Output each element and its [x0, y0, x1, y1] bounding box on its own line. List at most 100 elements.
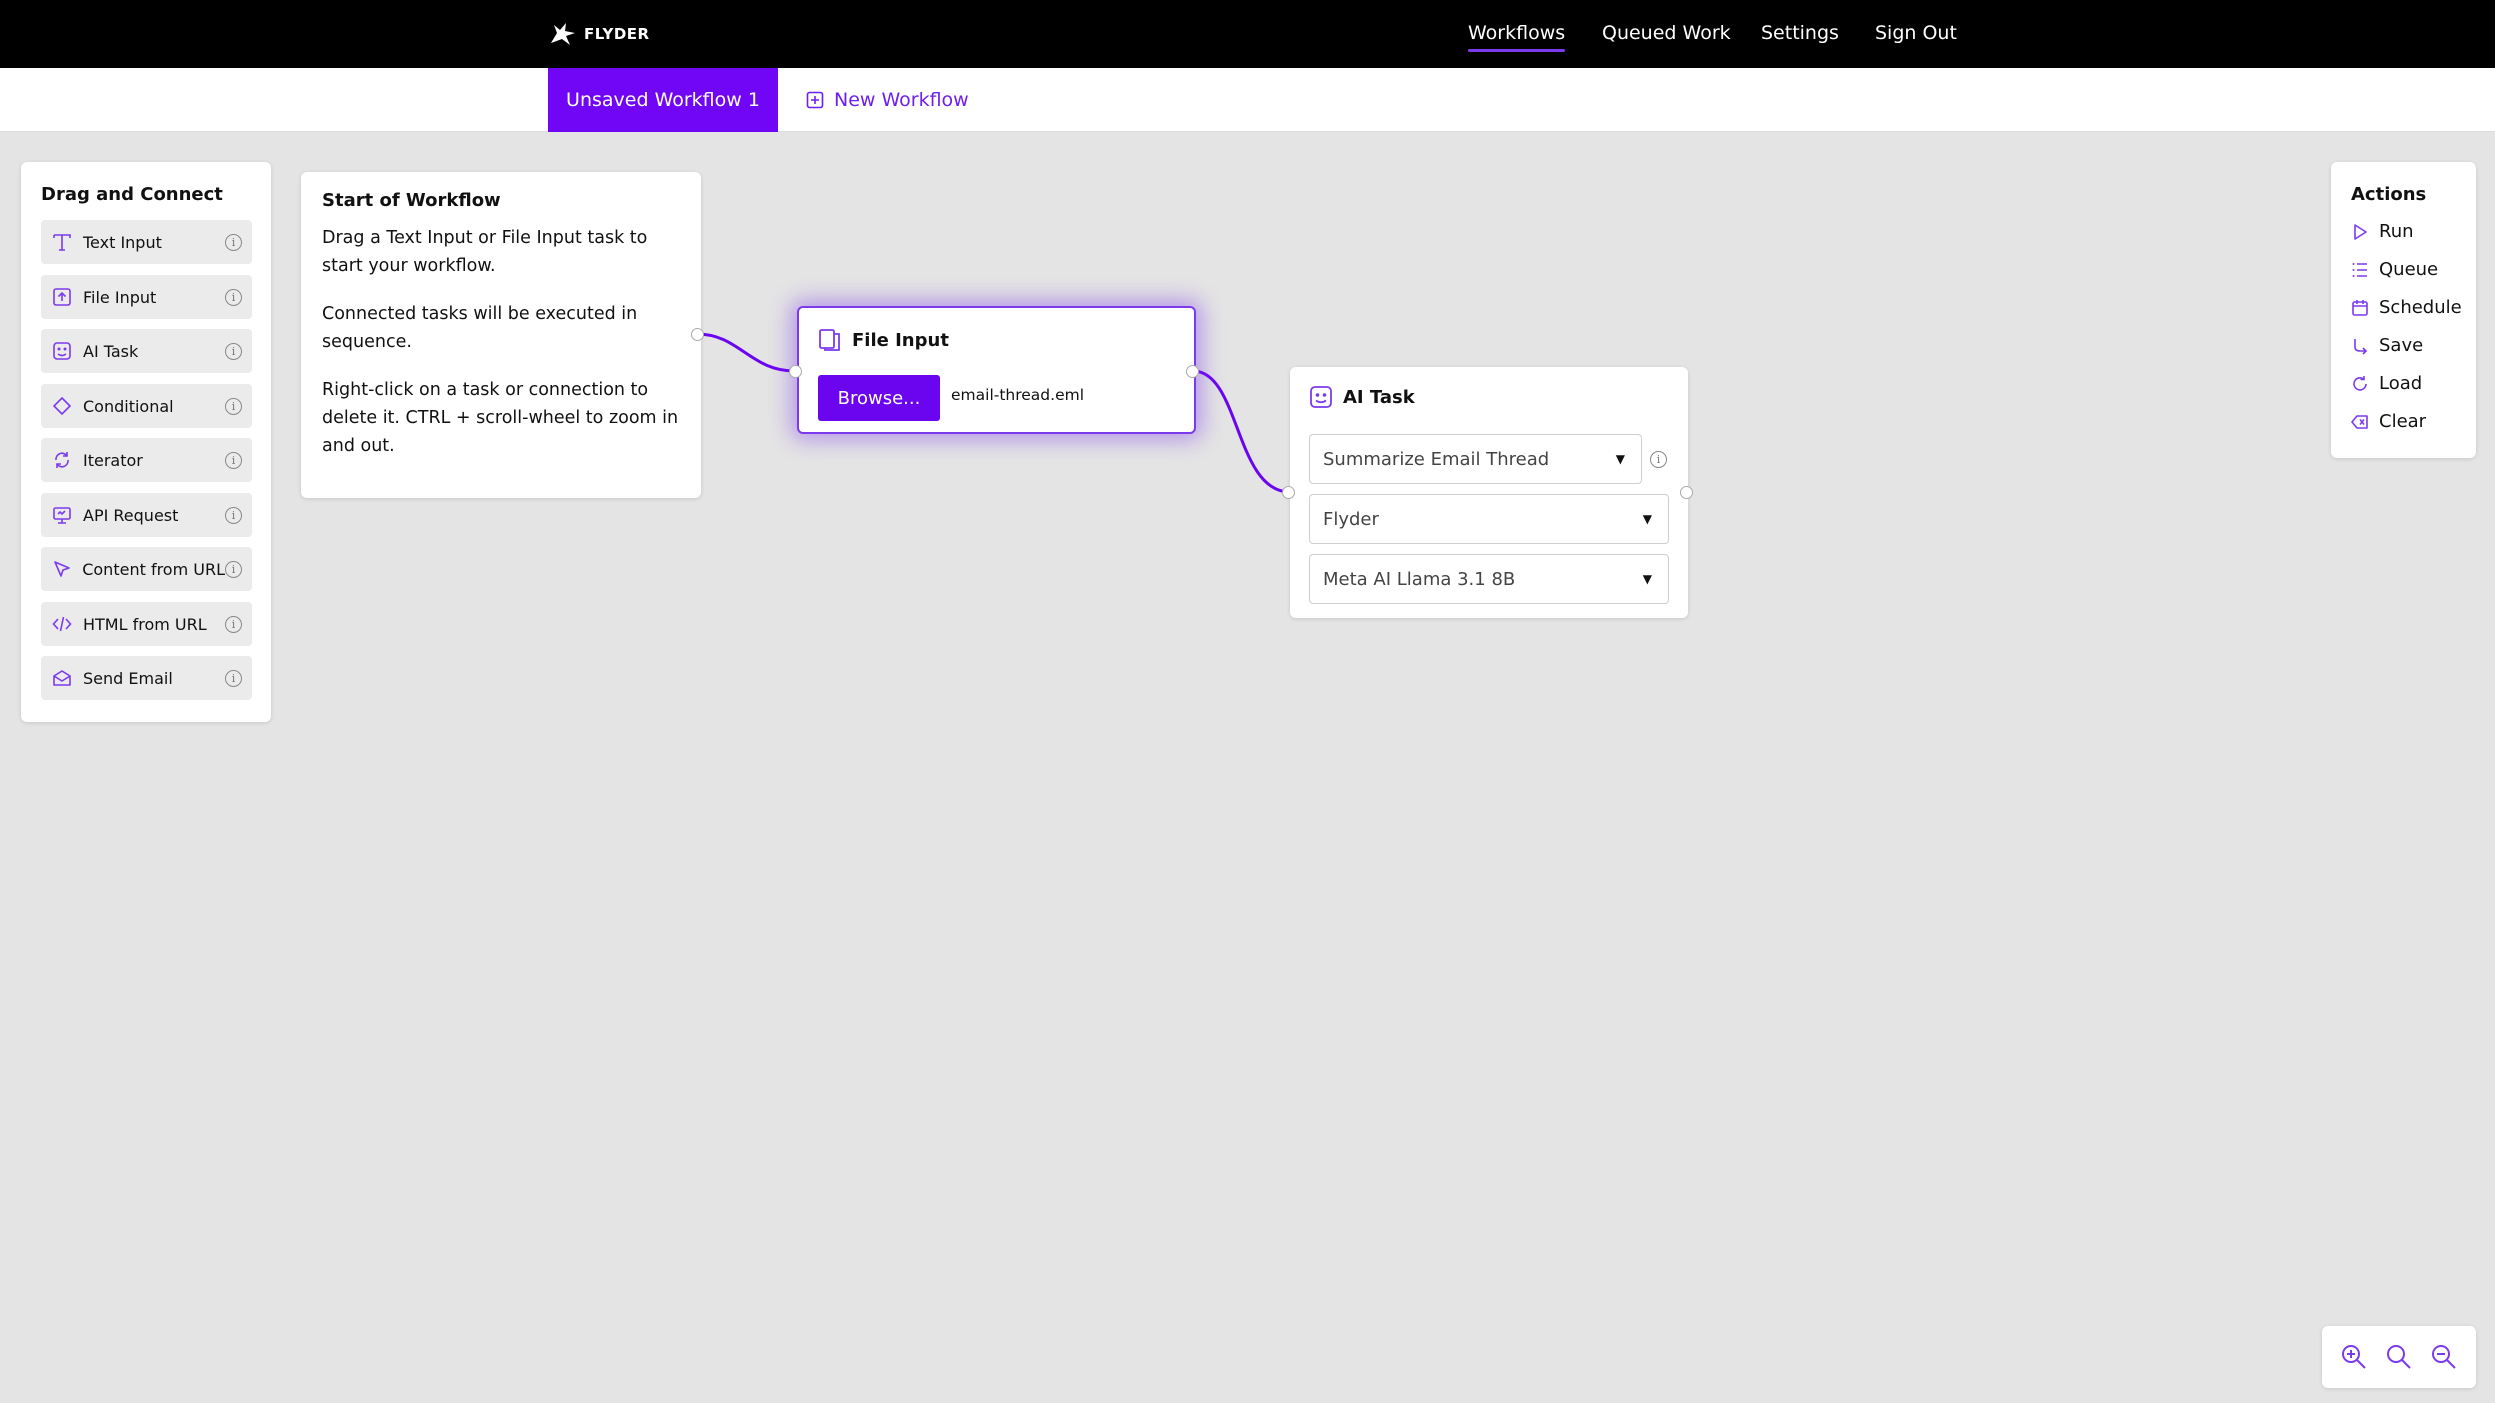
code-icon	[51, 613, 73, 635]
palette-item-label: HTML from URL	[83, 614, 207, 634]
file-node-header: File Input	[818, 328, 949, 352]
chevron-down-icon: ▼	[1615, 452, 1625, 466]
schedule-label: Schedule	[2379, 297, 2462, 318]
new-workflow-label: New Workflow	[834, 89, 969, 111]
info-icon[interactable]: i	[225, 342, 242, 360]
zoom-controls	[2322, 1326, 2476, 1388]
logo-text: FLYDER	[584, 25, 650, 43]
load-button[interactable]: Load	[2351, 373, 2422, 394]
zoom-in-button[interactable]	[2340, 1343, 2368, 1371]
info-icon[interactable]: i	[225, 560, 242, 578]
new-workflow-button[interactable]: New Workflow	[806, 68, 969, 132]
palette-item-ai-task[interactable]: AI Task i	[41, 329, 252, 373]
save-icon	[2354, 338, 2368, 355]
zoom-out-icon	[2431, 1345, 2456, 1369]
palette-item-conditional[interactable]: Conditional i	[41, 384, 252, 428]
task-template-value: Summarize Email Thread	[1323, 448, 1550, 470]
palette-item-label: File Input	[83, 287, 157, 307]
run-button[interactable]: Run	[2351, 221, 2414, 242]
info-icon[interactable]: i	[225, 397, 242, 415]
text-icon	[51, 231, 73, 253]
nav-workflows[interactable]: Workflows	[1468, 22, 1566, 52]
zoom-out-button[interactable]	[2430, 1343, 2458, 1371]
provider-value: Flyder	[1323, 508, 1379, 530]
save-button[interactable]: Save	[2351, 335, 2423, 356]
zoom-reset-icon	[2386, 1345, 2411, 1369]
start-card-instruction-1: Drag a Text Input or File Input task to …	[322, 228, 648, 276]
file-upload-icon	[51, 286, 73, 308]
browse-button[interactable]: Browse...	[818, 375, 940, 421]
clear-button[interactable]: Clear	[2351, 411, 2426, 432]
chevron-down-icon: ▼	[1642, 572, 1652, 586]
email-icon	[51, 667, 73, 689]
ai-input-connector[interactable]	[1282, 486, 1295, 499]
palette-item-label: API Request	[83, 505, 179, 525]
connection-start-to-file[interactable]	[696, 332, 798, 373]
palette-item-label: Iterator	[83, 450, 143, 470]
palette-item-label: Conditional	[83, 396, 174, 416]
browse-label: Browse...	[837, 387, 921, 409]
flyder-logo-icon	[551, 23, 575, 45]
nav-sign-out[interactable]: Sign Out	[1875, 22, 1957, 44]
selected-file-name: email-thread.eml	[951, 386, 1085, 404]
palette-item-label: Text Input	[83, 232, 162, 252]
info-icon[interactable]: i	[225, 451, 242, 469]
palette-item-iterator[interactable]: Iterator i	[41, 438, 252, 482]
top-nav-bar: FLYDER Workflows Queued Work Settings Si…	[0, 0, 2495, 68]
task-template-select[interactable]: Summarize Email Thread ▼	[1309, 434, 1642, 484]
actions-title: Actions	[2351, 184, 2427, 205]
file-output-connector[interactable]	[1186, 365, 1199, 378]
ai-task-node[interactable]: AI Task Summarize Email Thread ▼ i Flyde…	[1290, 367, 1688, 618]
palette-item-label: Content from URL	[82, 559, 225, 579]
ai-output-connector[interactable]	[1680, 486, 1693, 499]
palette-item-text-input[interactable]: Text Input i	[41, 220, 252, 264]
clear-label: Clear	[2379, 411, 2427, 432]
info-icon[interactable]: i	[225, 506, 242, 524]
palette-item-api-request[interactable]: API Request i	[41, 493, 252, 537]
info-icon[interactable]: i	[225, 233, 242, 251]
model-value: Meta AI Llama 3.1 8B	[1323, 568, 1516, 590]
provider-select[interactable]: Flyder ▼	[1309, 494, 1669, 544]
robot-icon	[1310, 386, 1332, 408]
queue-button[interactable]: Queue	[2351, 259, 2438, 280]
info-icon[interactable]: i	[1650, 451, 1667, 468]
palette-title: Drag and Connect	[41, 184, 223, 205]
info-icon[interactable]: i	[225, 615, 242, 633]
info-icon[interactable]: i	[225, 669, 242, 687]
palette-item-send-email[interactable]: Send Email i	[41, 656, 252, 700]
palette-item-html-from-url[interactable]: HTML from URL i	[41, 602, 252, 646]
calendar-icon	[2352, 299, 2368, 316]
connection-file-to-ai[interactable]	[1192, 369, 1291, 494]
palette-item-label: AI Task	[83, 341, 139, 361]
palette-item-file-input[interactable]: File Input i	[41, 275, 252, 319]
info-icon[interactable]: i	[225, 288, 242, 306]
file-copy-icon	[819, 329, 840, 351]
start-card-instruction-3: Right-click on a task or connection to d…	[322, 380, 679, 456]
zoom-reset-button[interactable]	[2385, 1343, 2413, 1371]
ai-node-header: AI Task	[1309, 385, 1415, 409]
zoom-in-icon	[2342, 1345, 2367, 1369]
nav-queued-work[interactable]: Queued Work	[1602, 22, 1731, 44]
refresh-icon	[2353, 375, 2367, 391]
backspace-icon	[2351, 414, 2368, 429]
palette-item-content-from-url[interactable]: Content from URL i	[41, 547, 252, 591]
run-label: Run	[2379, 221, 2414, 242]
model-select[interactable]: Meta AI Llama 3.1 8B ▼	[1309, 554, 1669, 604]
chevron-down-icon: ▼	[1642, 512, 1652, 526]
list-icon	[2352, 262, 2367, 277]
loop-icon	[51, 449, 73, 471]
tab-unsaved-workflow-1[interactable]: Unsaved Workflow 1	[548, 68, 778, 132]
api-icon	[51, 504, 73, 526]
palette-item-label: Send Email	[83, 668, 173, 688]
drag-and-connect-panel: Drag and Connect Text Input i File Input…	[21, 162, 271, 722]
file-input-node[interactable]: File Input Browse... email-thread.eml	[797, 306, 1196, 434]
cursor-icon	[51, 558, 72, 580]
actions-panel: Actions Run Queue Schedule Save Load Cle…	[2331, 162, 2476, 458]
start-card-title: Start of Workflow	[322, 190, 501, 211]
nav-settings[interactable]: Settings	[1761, 22, 1839, 44]
flyder-logo[interactable]: FLYDER	[548, 18, 650, 50]
start-output-connector[interactable]	[691, 328, 704, 341]
file-input-connector[interactable]	[789, 365, 802, 378]
schedule-button[interactable]: Schedule	[2351, 297, 2462, 318]
start-of-workflow-node[interactable]: Start of Workflow Drag a Text Input or F…	[301, 172, 701, 498]
